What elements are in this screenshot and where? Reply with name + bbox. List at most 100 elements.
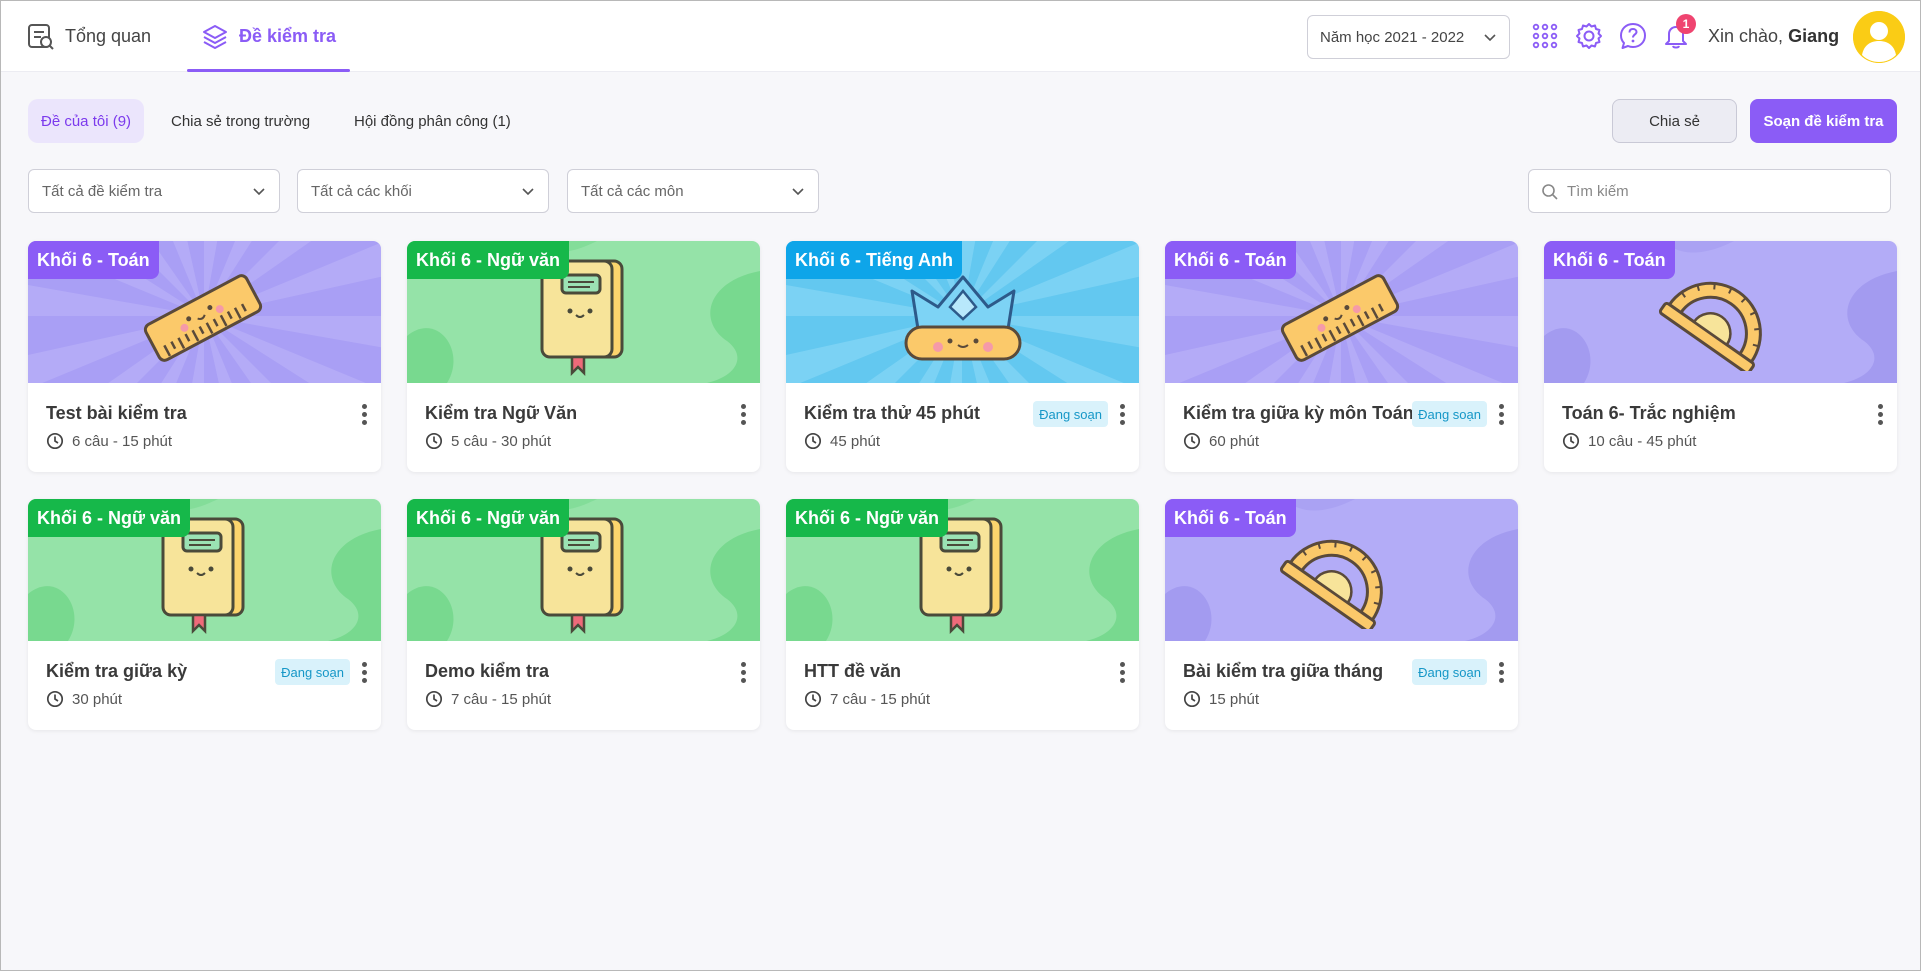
card-meta: 10 câu - 45 phút	[1562, 432, 1696, 450]
status-badge: Đang soạn	[1033, 401, 1108, 427]
subject-tag: Khối 6 - Toán	[28, 241, 159, 279]
card-title: Kiểm tra giữa kỳ môn Toán	[1183, 403, 1414, 423]
search-input[interactable]	[1567, 170, 1877, 212]
more-options-icon[interactable]	[1113, 397, 1131, 431]
card-meta-text: 7 câu - 15 phút	[830, 690, 931, 708]
crown-icon	[904, 275, 1022, 361]
card-meta-text: 15 phút	[1209, 690, 1260, 708]
test-type-filter[interactable]: Tất cả đề kiểm tra	[28, 169, 280, 213]
subject-tag: Khối 6 - Toán	[1165, 241, 1296, 279]
more-options-icon[interactable]	[1113, 655, 1131, 689]
status-badge: Đang soạn	[1412, 401, 1487, 427]
clock-icon	[425, 690, 443, 708]
card-banner: Khối 6 - Toán	[1165, 241, 1518, 383]
clock-icon	[804, 432, 822, 450]
settings-gear-icon[interactable]	[1574, 21, 1604, 51]
more-options-icon[interactable]	[1871, 397, 1889, 431]
subject-tag: Khối 6 - Ngữ văn	[407, 499, 570, 537]
grade-filter-value: Tất cả các khối	[311, 182, 412, 200]
subject-filter[interactable]: Tất cả các môn	[567, 169, 819, 213]
card-title: Kiểm tra Ngữ Văn	[425, 403, 578, 423]
card-title: Test bài kiểm tra	[46, 403, 187, 423]
more-options-icon[interactable]	[355, 397, 373, 431]
help-icon[interactable]	[1618, 21, 1648, 51]
tab-my-tests[interactable]: Đề của tôi (9)	[28, 99, 145, 143]
search-icon	[1542, 184, 1558, 200]
overview-icon	[28, 23, 54, 50]
ruler-icon	[143, 274, 263, 362]
card-meta: 60 phút	[1183, 432, 1259, 450]
tab-council[interactable]: Hội đồng phân công (1)	[341, 99, 524, 143]
card-title: Kiểm tra thử 45 phút	[804, 403, 981, 423]
card-meta-text: 10 câu - 45 phút	[1588, 432, 1697, 450]
clock-icon	[1183, 690, 1201, 708]
clock-icon	[1183, 432, 1201, 450]
subject-tag: Khối 6 - Toán	[1544, 241, 1675, 279]
test-card[interactable]: Khối 6 - Tiếng Anh Kiểm tra thử 45 phút Đa…	[786, 241, 1139, 472]
card-banner: Khối 6 - Ngữ văn	[407, 499, 760, 641]
card-banner: Khối 6 - Tiếng Anh	[786, 241, 1139, 383]
school-year-select[interactable]: Năm học 2021 - 2022	[1307, 15, 1510, 59]
clock-icon	[804, 690, 822, 708]
card-meta-text: 45 phút	[830, 432, 881, 450]
card-meta-text: 60 phút	[1209, 432, 1260, 450]
card-banner: Khối 6 - Toán	[1544, 241, 1897, 383]
compose-test-button[interactable]: Soạn đề kiểm tra	[1750, 99, 1897, 143]
user-avatar[interactable]	[1853, 11, 1905, 63]
card-banner: Khối 6 - Ngữ văn	[786, 499, 1139, 641]
card-title: Bài kiểm tra giữa tháng	[1183, 661, 1384, 681]
protractor-icon	[1280, 539, 1383, 629]
test-card[interactable]: Khối 6 - Toán Kiểm tra giữa kỳ môn Toán Đa…	[1165, 241, 1518, 472]
subject-tag: Khối 6 - Ngữ văn	[407, 241, 570, 279]
card-banner: Khối 6 - Toán	[28, 241, 381, 383]
clock-icon	[46, 690, 64, 708]
card-meta: 6 câu - 15 phút	[46, 432, 172, 450]
card-banner: Khối 6 - Toán	[1165, 499, 1518, 641]
school-year-value: Năm học 2021 - 2022	[1320, 28, 1465, 46]
card-meta: 45 phút	[804, 432, 880, 450]
card-meta: 30 phút	[46, 690, 122, 708]
card-meta: 5 câu - 30 phút	[425, 432, 551, 450]
test-type-filter-value: Tất cả đề kiểm tra	[42, 182, 163, 200]
more-options-icon[interactable]	[734, 397, 752, 431]
chevron-down-icon	[1484, 34, 1496, 42]
clock-icon	[46, 432, 64, 450]
card-meta-text: 6 câu - 15 phút	[72, 432, 173, 450]
test-card[interactable]: Khối 6 - Toán Bài kiểm tra giữa tháng Đang…	[1165, 499, 1518, 730]
more-options-icon[interactable]	[355, 655, 373, 689]
test-card[interactable]: Khối 6 - Ngữ văn Demo kiểm tra 7 câu - 15 …	[407, 499, 760, 730]
test-card[interactable]: Khối 6 - Ngữ văn HTT đề văn 7 câu - 15 phú…	[786, 499, 1139, 730]
share-button[interactable]: Chia sẻ	[1612, 99, 1737, 143]
test-card[interactable]: Khối 6 - Toán Toán 6- Trắc nghiệm 10 câu -…	[1544, 241, 1897, 472]
nav-overview-label: Tổng quan	[65, 26, 152, 46]
card-banner: Khối 6 - Ngữ văn	[28, 499, 381, 641]
test-card[interactable]: Khối 6 - Ngữ văn Kiểm tra Ngữ Văn 5 câu - …	[407, 241, 760, 472]
card-meta: 7 câu - 15 phút	[425, 690, 551, 708]
card-title: Demo kiểm tra	[425, 661, 550, 681]
grade-filter[interactable]: Tất cả các khối	[297, 169, 549, 213]
nav-overview[interactable]: Tổng quan	[27, 1, 151, 72]
subject-tag: Khối 6 - Ngữ văn	[786, 499, 949, 537]
nav-tests[interactable]: Đề kiểm tra	[187, 1, 351, 72]
more-options-icon[interactable]	[1492, 655, 1510, 689]
status-badge: Đang soạn	[275, 659, 350, 685]
subject-tag: Khối 6 - Tiếng Anh	[786, 241, 962, 279]
ruler-icon	[1280, 274, 1400, 362]
greeting-prefix: Xin chào,	[1708, 26, 1784, 46]
test-card[interactable]: Khối 6 - Ngữ văn Kiểm tra giữa kỳ Đang soạ…	[28, 499, 381, 730]
more-options-icon[interactable]	[1492, 397, 1510, 431]
more-options-icon[interactable]	[734, 655, 752, 689]
test-card[interactable]: Khối 6 - Toán Test bài kiểm tra 6 câu - 15…	[28, 241, 381, 472]
search-box	[1528, 169, 1891, 213]
clock-icon	[425, 432, 443, 450]
card-meta-text: 30 phút	[72, 690, 123, 708]
card-title: HTT đề văn	[804, 661, 902, 681]
apps-grid-icon[interactable]	[1530, 21, 1560, 51]
tab-shared-school[interactable]: Chia sẻ trong trường	[158, 99, 323, 143]
clock-icon	[1562, 432, 1580, 450]
user-name: Giang	[1788, 26, 1840, 46]
card-meta-text: 7 câu - 15 phút	[451, 690, 552, 708]
status-badge: Đang soạn	[1412, 659, 1487, 685]
chevron-down-icon	[522, 188, 534, 196]
card-meta: 15 phút	[1183, 690, 1259, 708]
